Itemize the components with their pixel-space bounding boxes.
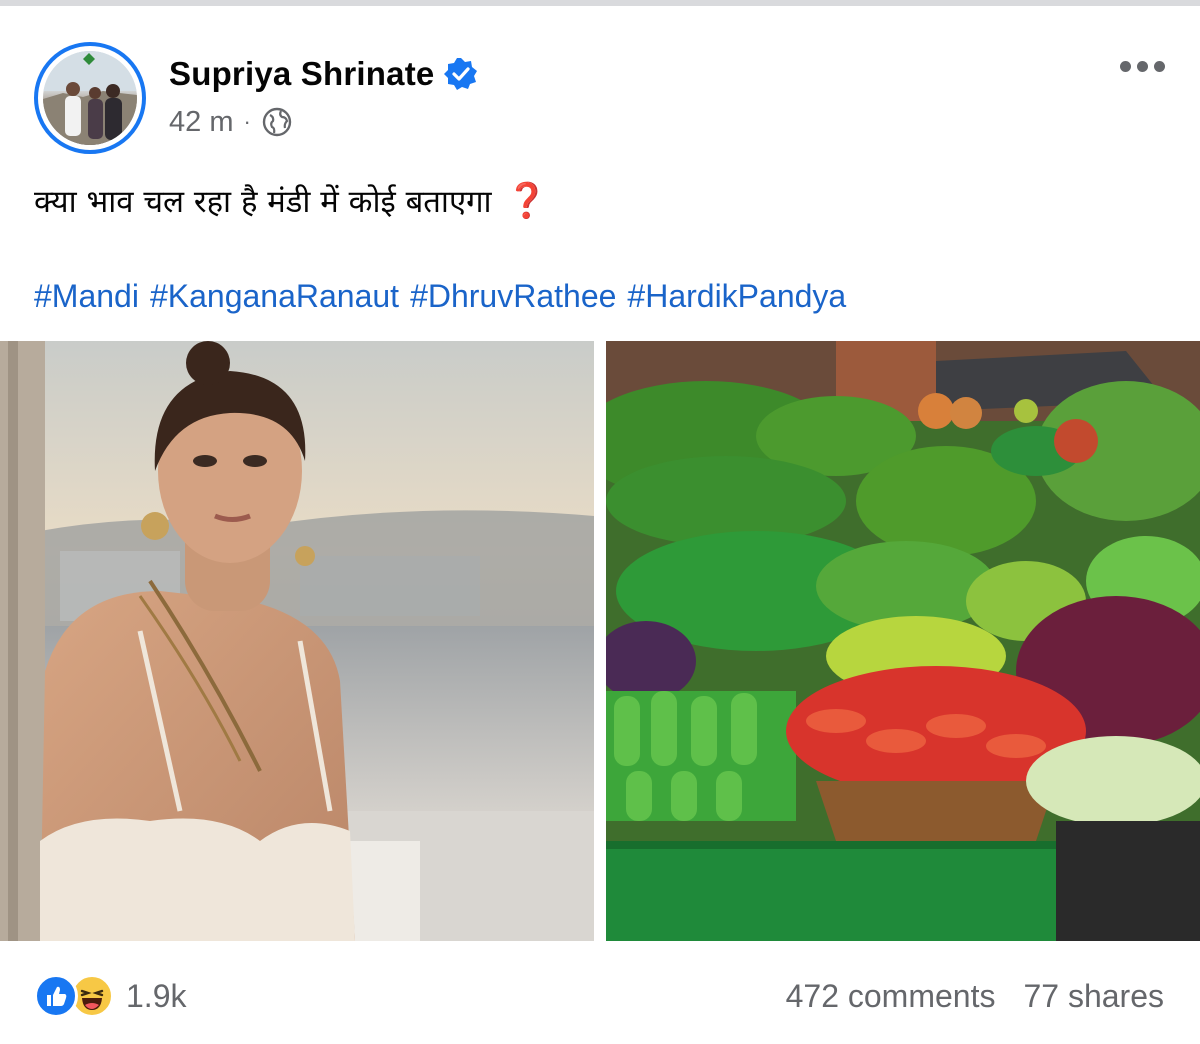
hashtag-link[interactable]: #KanganaRanaut: [150, 278, 399, 315]
post-image-portrait[interactable]: [0, 341, 594, 941]
shares-count-link[interactable]: 77 shares: [1023, 978, 1164, 1015]
meta-separator: ·: [243, 109, 251, 134]
author-name[interactable]: Supriya Shrinate: [169, 55, 434, 93]
hashtag-link[interactable]: #HardikPandya: [627, 278, 846, 315]
reaction-summary[interactable]: 1.9k: [34, 972, 186, 1020]
author-row: Supriya Shrinate: [169, 54, 478, 94]
post-timestamp[interactable]: 42 m: [169, 106, 233, 139]
post-header: Supriya Shrinate 42 m ·: [34, 42, 1174, 154]
engagement-counts: 472 comments 77 shares: [786, 975, 1164, 1017]
avatar[interactable]: [34, 42, 146, 154]
globe-icon[interactable]: [261, 106, 293, 138]
question-emoji: ❓: [505, 181, 548, 221]
top-divider: [0, 0, 1200, 6]
hashtag-link[interactable]: #DhruvRathee: [410, 278, 616, 315]
hashtag-list: #Mandi #KanganaRanaut #DhruvRathee #Hard…: [34, 278, 846, 315]
avatar-photo: [43, 51, 137, 145]
more-options-button[interactable]: [1114, 48, 1170, 84]
post-message: क्या भाव चल रहा है मंडी में कोई बताएगा: [34, 184, 492, 220]
post-image-vegetables[interactable]: [606, 341, 1200, 941]
more-horizontal-icon: [1119, 60, 1131, 72]
post-text: क्या भाव चल रहा है मंडी में कोई बताएगा ❓: [34, 180, 548, 222]
comments-count-link[interactable]: 472 comments: [786, 978, 996, 1015]
like-icon: [34, 974, 78, 1018]
verified-badge-icon: [444, 57, 478, 91]
post-meta: 42 m ·: [169, 104, 293, 140]
reaction-count: 1.9k: [126, 977, 187, 1014]
hashtag-link[interactable]: #Mandi: [34, 278, 139, 315]
